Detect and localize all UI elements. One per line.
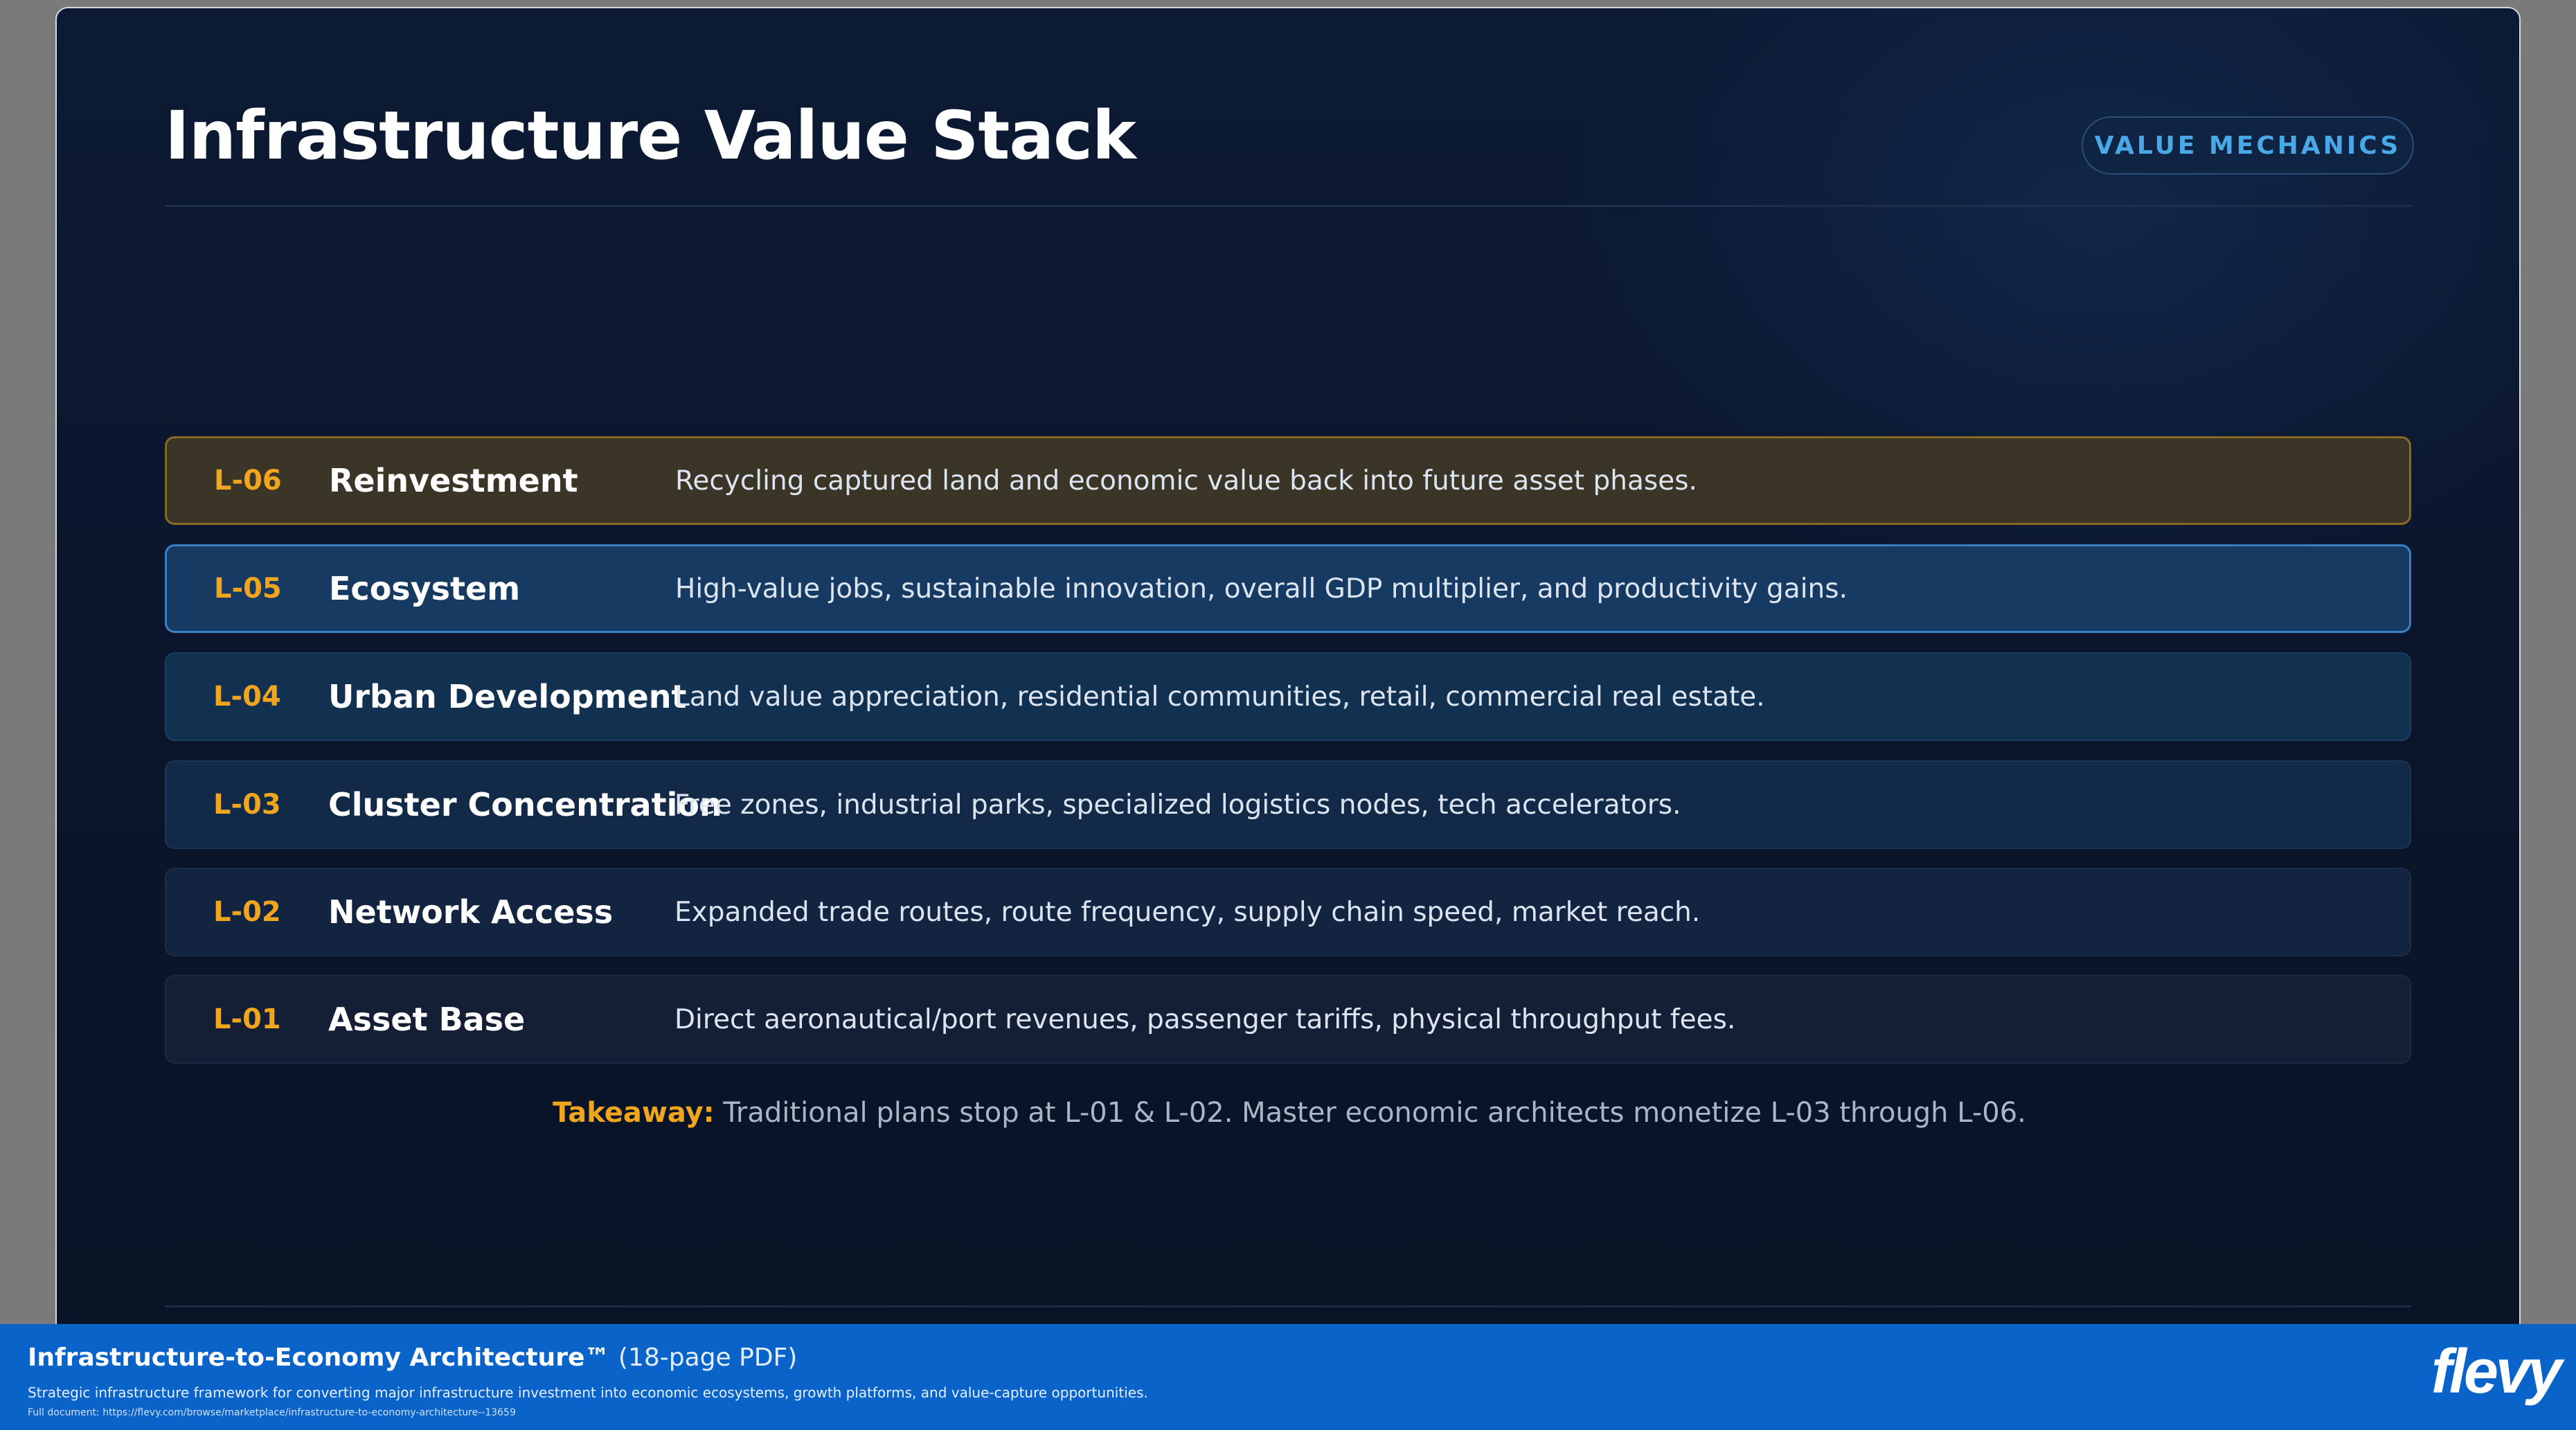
document-link[interactable]: Full document: https://flevy.com/browse/…	[28, 1407, 516, 1418]
layer-description: High-value jobs, sustainable innovation,…	[675, 573, 1848, 605]
section-badge: VALUE MECHANICS	[2082, 116, 2414, 175]
layer-row-l01: L-01 Asset Base Direct aeronautical/port…	[165, 975, 2411, 1064]
layer-name: Asset Base	[328, 1001, 526, 1038]
layer-row-l03: L-03 Cluster Concentration Free zones, i…	[165, 760, 2411, 849]
flevy-logo[interactable]: flevy	[2431, 1337, 2562, 1408]
layer-description: Expanded trade routes, route frequency, …	[674, 896, 1701, 928]
bottom-divider	[165, 1305, 2411, 1307]
layer-name: Network Access	[328, 893, 614, 931]
layer-description: Free zones, industrial parks, specialize…	[674, 789, 1681, 821]
layer-row-l04: L-04 Urban Development Land value apprec…	[165, 652, 2411, 741]
layer-code: L-05	[214, 573, 282, 605]
takeaway-text: Traditional plans stop at L-01 & L-02. M…	[723, 1097, 2026, 1129]
document-page-count: (18-page PDF)	[618, 1343, 798, 1372]
layer-code: L-03	[213, 789, 281, 821]
layer-code: L-01	[213, 1003, 281, 1035]
layer-code: L-02	[213, 896, 281, 928]
title-divider	[165, 205, 2411, 207]
layer-description: Recycling captured land and economic val…	[675, 465, 1697, 497]
layer-code: L-06	[214, 465, 282, 497]
page-title: Infrastructure Value Stack	[165, 97, 1136, 175]
layer-code: L-04	[213, 681, 281, 713]
takeaway-label: Takeaway:	[553, 1097, 715, 1129]
layer-description: Direct aeronautical/port revenues, passe…	[674, 1003, 1736, 1035]
layer-name: Urban Development	[328, 678, 687, 715]
layer-description: Land value appreciation, residential com…	[674, 681, 1765, 713]
document-description: Strategic infrastructure framework for c…	[28, 1384, 1148, 1401]
layer-name: Reinvestment	[329, 462, 578, 499]
takeaway: Takeaway: Traditional plans stop at L-01…	[57, 1097, 2519, 1129]
slide: Infrastructure Value Stack VALUE MECHANI…	[55, 7, 2521, 1430]
layer-name: Cluster Concentration	[328, 786, 722, 823]
layer-name: Ecosystem	[329, 570, 521, 607]
layer-row-l06: L-06 Reinvestment Recycling captured lan…	[165, 436, 2411, 525]
document-footer-banner: Infrastructure-to-Economy Architecture™ …	[0, 1324, 2576, 1430]
layer-row-l05: L-05 Ecosystem High-value jobs, sustaina…	[165, 544, 2411, 633]
document-title-text: Infrastructure-to-Economy Architecture™	[28, 1343, 610, 1372]
layer-row-l02: L-02 Network Access Expanded trade route…	[165, 868, 2411, 956]
document-title: Infrastructure-to-Economy Architecture™ …	[28, 1343, 797, 1372]
